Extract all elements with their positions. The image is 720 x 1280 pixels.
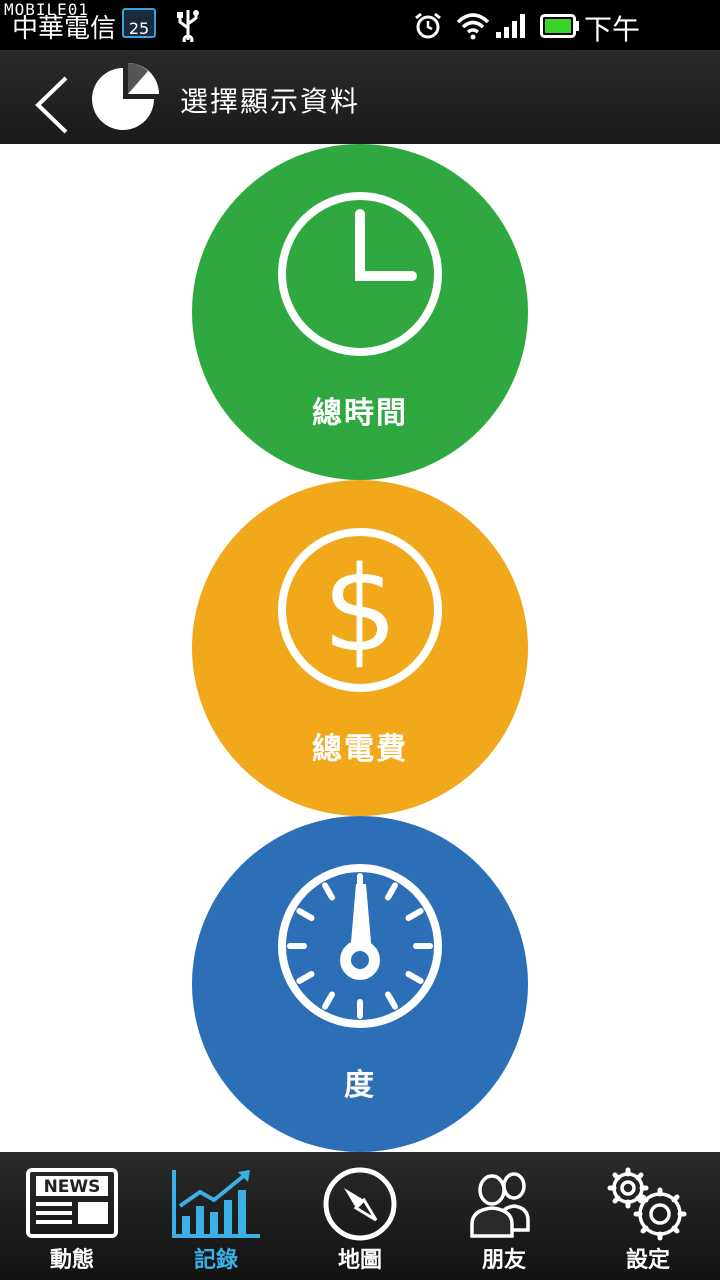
nav-item-records[interactable]: 記錄: [144, 1152, 288, 1280]
nav-label: 朋友: [481, 1248, 526, 1273]
dollar-icon: $: [278, 528, 442, 692]
compass-icon: [323, 1167, 397, 1241]
signal-icon: [496, 14, 525, 38]
nav-item-map[interactable]: 地圖: [288, 1152, 432, 1280]
nav-item-settings[interactable]: 設定: [576, 1152, 720, 1280]
nav-label: 動態: [49, 1248, 94, 1273]
option-label: 總時間: [312, 396, 408, 431]
bottom-nav: NEWS 動態 記錄 地圖 朋友 設定: [0, 1152, 720, 1280]
chart-icon: [172, 1170, 260, 1238]
gauge-icon: [278, 864, 442, 1028]
nav-item-friends[interactable]: 朋友: [432, 1152, 576, 1280]
calendar-icon: 25: [122, 8, 156, 38]
option-label: 總電費: [312, 732, 408, 767]
svg-text:$: $: [322, 540, 397, 678]
battery-icon: [540, 14, 579, 38]
alarm-icon: [415, 12, 441, 39]
pie-chart-icon: [92, 63, 159, 130]
chevron-left-icon[interactable]: [30, 74, 74, 136]
nav-item-news[interactable]: NEWS 動態: [0, 1152, 144, 1280]
clock-icon: [278, 192, 442, 356]
carrier-name: 中華電信: [12, 14, 117, 44]
calendar-day: 25: [128, 19, 150, 38]
status-bar: MOBILE01 中華電信 25 下午04:41: [0, 0, 720, 81]
news-icon: NEWS: [26, 1168, 118, 1238]
option-total-cost[interactable]: $ 總電費: [192, 480, 528, 816]
wifi-icon: [456, 13, 490, 40]
option-total-time[interactable]: 總時間: [192, 144, 528, 480]
nav-label: 地圖: [337, 1248, 382, 1273]
page-title: 選擇顯示資料: [180, 85, 361, 118]
option-label: 度: [344, 1068, 376, 1103]
nav-label: 記錄: [193, 1248, 238, 1273]
option-kwh[interactable]: 度: [192, 816, 528, 1152]
nav-label: 設定: [625, 1248, 670, 1273]
friends-icon: [470, 1172, 530, 1238]
svg-text:NEWS: NEWS: [44, 1177, 101, 1197]
gears-icon: [607, 1167, 687, 1241]
app-header: 選擇顯示資料: [0, 50, 720, 144]
usb-icon: [177, 10, 199, 42]
